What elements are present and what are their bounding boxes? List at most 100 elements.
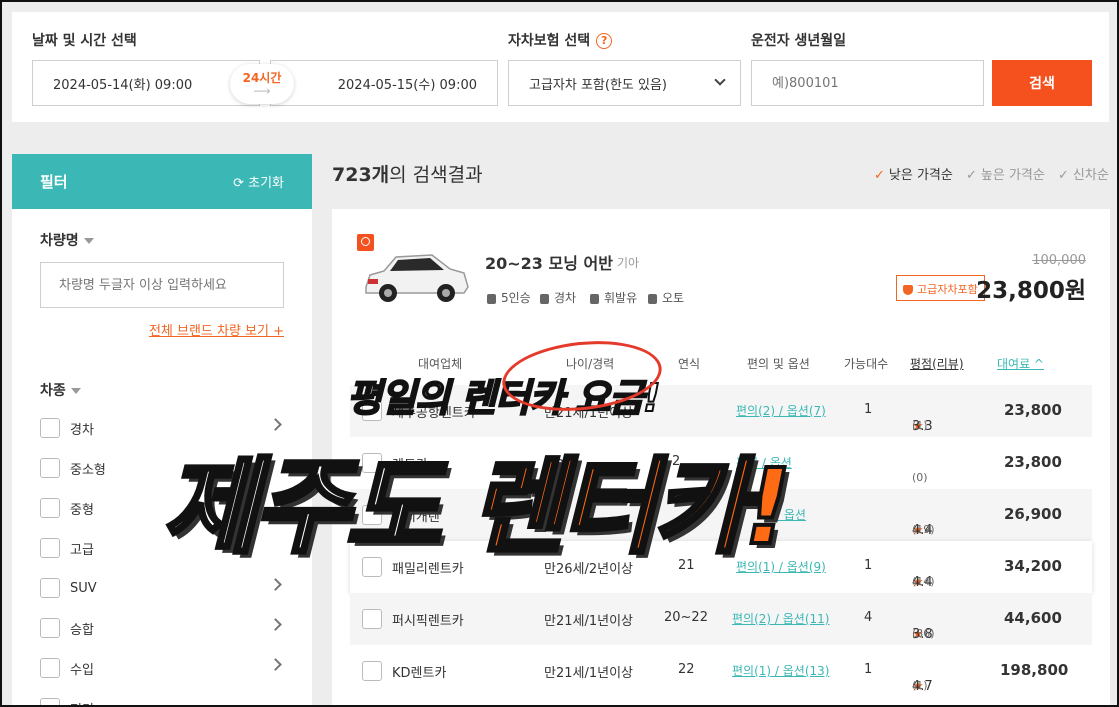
model-year: 20~22 xyxy=(664,610,708,625)
promo-title: 제주도 렌터카! xyxy=(160,422,794,573)
checkbox[interactable] xyxy=(40,578,60,598)
row-price: 198,800 xyxy=(1000,661,1069,679)
type-label: 중형 xyxy=(70,502,94,518)
checkbox[interactable] xyxy=(40,458,60,478)
checkbox[interactable] xyxy=(40,418,60,438)
date-label: 날짜 및 시간 선택 xyxy=(32,33,137,49)
spec-label: 경차 xyxy=(554,291,577,305)
help-icon[interactable]: ? xyxy=(596,33,613,49)
check-icon: ✓ xyxy=(874,168,885,183)
caret-down-icon xyxy=(83,238,94,244)
chevron-right-icon[interactable] xyxy=(269,618,282,631)
spec-transmission: 오토 xyxy=(648,289,684,306)
caret-down-icon xyxy=(70,388,81,394)
available-count: 1 xyxy=(864,662,873,677)
review-count: (14) xyxy=(912,575,935,588)
model-year: 22 xyxy=(678,662,695,677)
checkbox[interactable] xyxy=(40,498,60,518)
table-row[interactable]: 퍼시픽렌트카 만21세/1년이상 20~22 편의(2) / 옵션(11) 4 … xyxy=(350,593,1092,645)
type-label: 고급 xyxy=(70,542,94,558)
car-image xyxy=(365,254,469,302)
birth-input[interactable] xyxy=(751,60,984,106)
checkbox[interactable] xyxy=(40,698,60,705)
promo-rentacar: 렌터카! xyxy=(467,444,793,570)
checkbox[interactable] xyxy=(40,538,60,558)
car-name-input[interactable] xyxy=(40,262,284,308)
available-count: 1 xyxy=(864,402,873,417)
duration-badge: 24시간 ⟶ xyxy=(230,64,294,104)
table-row[interactable]: KD렌트카 만21세/1년이상 22 편의(1) / 옵션(13) 1 ★ 4.… xyxy=(350,645,1092,697)
results-count-suffix: 의 검색결과 xyxy=(389,164,483,186)
arrow-right-icon: ⟶ xyxy=(253,84,271,98)
spec-label: 오토 xyxy=(662,291,685,305)
spec-fuel: 휘발유 xyxy=(590,289,637,306)
sort-high-price[interactable]: ✓ 높은 가격순 xyxy=(966,164,1045,183)
row-price: 44,600 xyxy=(1004,609,1062,627)
type-item[interactable]: 승합 xyxy=(40,608,284,648)
checkbox[interactable] xyxy=(40,658,60,678)
filter-title: 필터 xyxy=(40,173,68,191)
sort-by-rating[interactable]: 평점(리뷰) xyxy=(910,355,964,372)
chevron-down-icon xyxy=(714,74,726,86)
type-label: 중소형 xyxy=(70,462,106,478)
options-link[interactable]: 편의(1) / 옵션(13) xyxy=(732,662,829,679)
promo-weekday: 평일 xyxy=(346,375,417,421)
sort-label: 낮은 가격순 xyxy=(888,168,953,183)
col-options: 편의 및 옵션 xyxy=(747,357,810,371)
original-price: 100,000 xyxy=(1032,253,1086,268)
promo-jeju: 제주도 xyxy=(160,444,470,570)
review-count: (1) xyxy=(912,679,928,692)
checkbox[interactable] xyxy=(40,618,60,638)
type-item[interactable]: 전기 xyxy=(40,688,284,705)
row-price: 23,800 xyxy=(1004,453,1062,471)
options-link[interactable]: 편의(2) / 옵션(7) xyxy=(736,402,826,419)
type-item[interactable]: SUV xyxy=(40,568,284,608)
type-item[interactable]: 수입 xyxy=(40,648,284,688)
search-button[interactable]: 검색 xyxy=(992,60,1092,106)
options-link[interactable]: 편의(2) / 옵션(11) xyxy=(732,610,829,627)
end-date-field[interactable]: 2024-05-15(수) 09:00 xyxy=(270,60,498,106)
car-name-section[interactable]: 차량명 xyxy=(40,230,94,250)
checkbox[interactable] xyxy=(362,661,382,681)
age-requirement: 만21세/1년이상 xyxy=(544,614,633,629)
check-icon: ✓ xyxy=(1058,168,1069,183)
rental-price: 23,800원 xyxy=(976,278,1086,304)
screen-frame: 날짜 및 시간 선택 2024-05-14(화) 09:00 24시간 ⟶ 20… xyxy=(0,0,1119,707)
row-price: 34,200 xyxy=(1004,557,1062,575)
car-brand: 기아 xyxy=(617,256,640,270)
sort-newest[interactable]: ✓ 신차순 xyxy=(1058,164,1109,183)
results-count-number: 723개 xyxy=(332,164,390,186)
spec-label: 휘발유 xyxy=(604,291,638,305)
reset-button[interactable]: ⟳ 초기화 xyxy=(233,172,284,191)
chevron-right-icon[interactable] xyxy=(269,658,282,671)
gear-shift-icon xyxy=(648,293,657,304)
spec-seats: 5인승 xyxy=(487,289,531,306)
review-count: (0) xyxy=(912,471,928,484)
insurance-badge-label: 고급자차포함 xyxy=(917,283,978,296)
duration-value: 24시간 xyxy=(242,71,282,85)
review-count: (19) xyxy=(912,523,935,536)
sort-low-price[interactable]: ✓ 낮은 가격순 xyxy=(874,164,953,183)
checkbox[interactable] xyxy=(362,609,382,629)
insurance-select[interactable]: 고급자차 포함(한도 있음) xyxy=(508,60,741,106)
start-date-field[interactable]: 2024-05-14(화) 09:00 xyxy=(32,60,260,106)
insurance-value: 고급자차 포함(한도 있음) xyxy=(529,77,668,93)
insurance-label: 자차보험 선택? xyxy=(508,30,613,50)
all-brands-link[interactable]: 전체 브랜드 차량 보기 + xyxy=(149,320,284,339)
chevron-right-icon[interactable] xyxy=(269,578,282,591)
car-type-section[interactable]: 차종 xyxy=(40,380,81,400)
col-count: 가능대수 xyxy=(844,357,889,371)
review-count: (1) xyxy=(912,419,928,432)
birth-label: 운전자 생년월일 xyxy=(751,33,847,49)
end-date-value: 2024-05-15(수) 09:00 xyxy=(337,77,477,93)
sort-label: 신차순 xyxy=(1072,168,1109,183)
available-count: 1 xyxy=(864,558,873,573)
row-price: 23,800 xyxy=(1004,401,1062,419)
age-requirement: 만21세/1년이상 xyxy=(544,666,633,681)
col-year: 연식 xyxy=(678,357,701,371)
spec-class: 경차 xyxy=(540,289,576,306)
person-icon xyxy=(487,293,496,304)
sort-by-fee[interactable]: 대여료 ^ xyxy=(997,355,1044,372)
type-label: 승합 xyxy=(70,622,94,638)
car-name-label: 차량명 xyxy=(40,233,79,249)
